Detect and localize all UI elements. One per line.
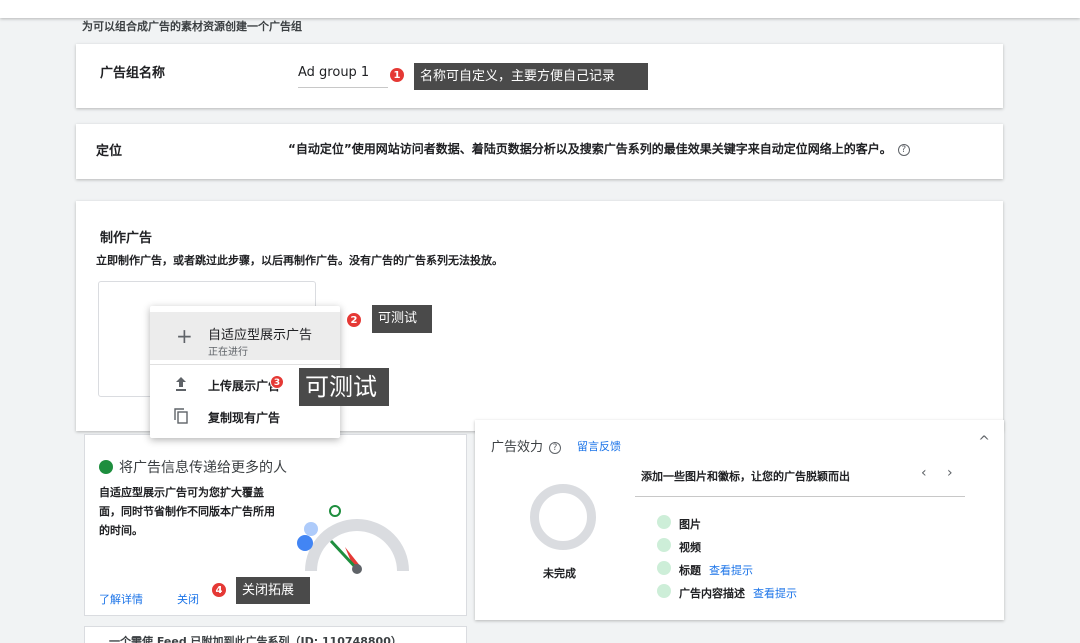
strength-status: 未完成 [543, 567, 576, 580]
targeting-label: 定位 [96, 144, 123, 159]
promo-title: 将广告信息传递给更多的人 [99, 457, 287, 477]
status-dot [657, 538, 671, 552]
menu-item-title: 自适应型展示广告 [208, 328, 313, 343]
status-dot [657, 584, 671, 598]
feedback-link[interactable]: 留言反馈 [577, 438, 621, 454]
targeting-card: 定位 “自动定位”使用网站访问者数据、着陆页数据分析以及搜索广告系列的最佳效果关… [76, 124, 1003, 179]
annotation-bubble-1: 名称可自定义，主要方便自己记录 [414, 63, 648, 90]
ad-group-name-label: 广告组名称 [100, 66, 166, 81]
speedometer-illustration [291, 501, 421, 581]
feed-notice-card: 一个需使 Feed 已附加到此广告系列（ID: 110748800） [84, 626, 467, 643]
promo-body: 自适应型展示广告可为您扩大覆盖面，同时节省制作不同版本广告所用的时间。 [99, 486, 275, 537]
copy-icon [174, 408, 188, 428]
learn-more-link[interactable]: 了解详情 [99, 591, 143, 607]
targeting-text: “自动定位”使用网站访问者数据、着陆页数据分析以及搜索广告系列的最佳效果关键字来… [288, 142, 892, 156]
menu-divider [150, 364, 340, 365]
ad-group-name-input[interactable]: Ad group 1 [298, 62, 388, 88]
help-icon[interactable]: ? [897, 144, 910, 156]
top-bar [0, 0, 1080, 18]
menu-item-responsive-display-ad[interactable]: + 自适应型展示广告 正在进行 [150, 312, 340, 360]
promo-title-text: 将广告信息传递给更多的人 [119, 460, 287, 476]
status-dot [657, 515, 671, 529]
create-ad-title: 制作广告 [100, 231, 153, 246]
chevron-left-icon[interactable]: ‹ [921, 465, 927, 481]
strength-ring [530, 484, 596, 550]
menu-item-status: 正在进行 [208, 347, 248, 358]
flag-icon [99, 460, 113, 474]
feed-notice-text: 一个需使 Feed 已附加到此广告系列（ID: 110748800） [109, 635, 402, 643]
annotation-badge-4: 4 [211, 582, 227, 598]
menu-item-label: 复制现有广告 [208, 411, 281, 425]
intro-text: 为可以组合成广告的素材资源创建一个广告组 [82, 20, 302, 33]
ad-strength-title-text: 广告效力 [491, 440, 544, 455]
annotation-bubble-3: 可测试 [299, 368, 389, 406]
tip-divider [635, 496, 965, 497]
view-tips-link[interactable]: 查看提示 [709, 564, 753, 577]
annotation-badge-3: 3 [270, 375, 284, 389]
chevron-right-icon[interactable]: › [947, 465, 953, 481]
annotation-bubble-2: 可测试 [372, 305, 432, 333]
close-link[interactable]: 关闭 [177, 591, 199, 607]
checklist-label: 视频 [679, 541, 701, 554]
checklist-label: 图片 [679, 518, 701, 531]
ad-strength-card: 广告效力? 留言反馈 ^ 未完成 添加一些图片和徽标，让您的广告脱颖而出 ‹ ›… [475, 420, 1004, 620]
upload-icon [174, 376, 188, 396]
menu-item-copy-existing-ad[interactable]: 复制现有广告 [150, 406, 340, 428]
annotation-bubble-4: 关闭拓展 [236, 577, 310, 604]
annotation-badge-2: 2 [346, 312, 362, 328]
targeting-description: “自动定位”使用网站访问者数据、着陆页数据分析以及搜索广告系列的最佳效果关键字来… [288, 140, 910, 157]
create-ad-subtitle: 立即制作广告，或者跳过此步骤，以后再制作广告。没有广告的广告系列无法投放。 [96, 254, 503, 267]
tip-text: 添加一些图片和徽标，让您的广告脱颖而出 [641, 470, 850, 483]
checklist-label: 广告内容描述 [679, 587, 745, 600]
ad-strength-title: 广告效力? [491, 436, 562, 455]
status-dot [657, 561, 671, 575]
chevron-up-icon[interactable]: ^ [978, 434, 990, 450]
annotation-badge-1: 1 [389, 67, 405, 83]
help-icon[interactable]: ? [549, 442, 562, 454]
checklist-label: 标题 [679, 564, 701, 577]
plus-icon: + [176, 324, 193, 348]
view-tips-link[interactable]: 查看提示 [753, 587, 797, 600]
